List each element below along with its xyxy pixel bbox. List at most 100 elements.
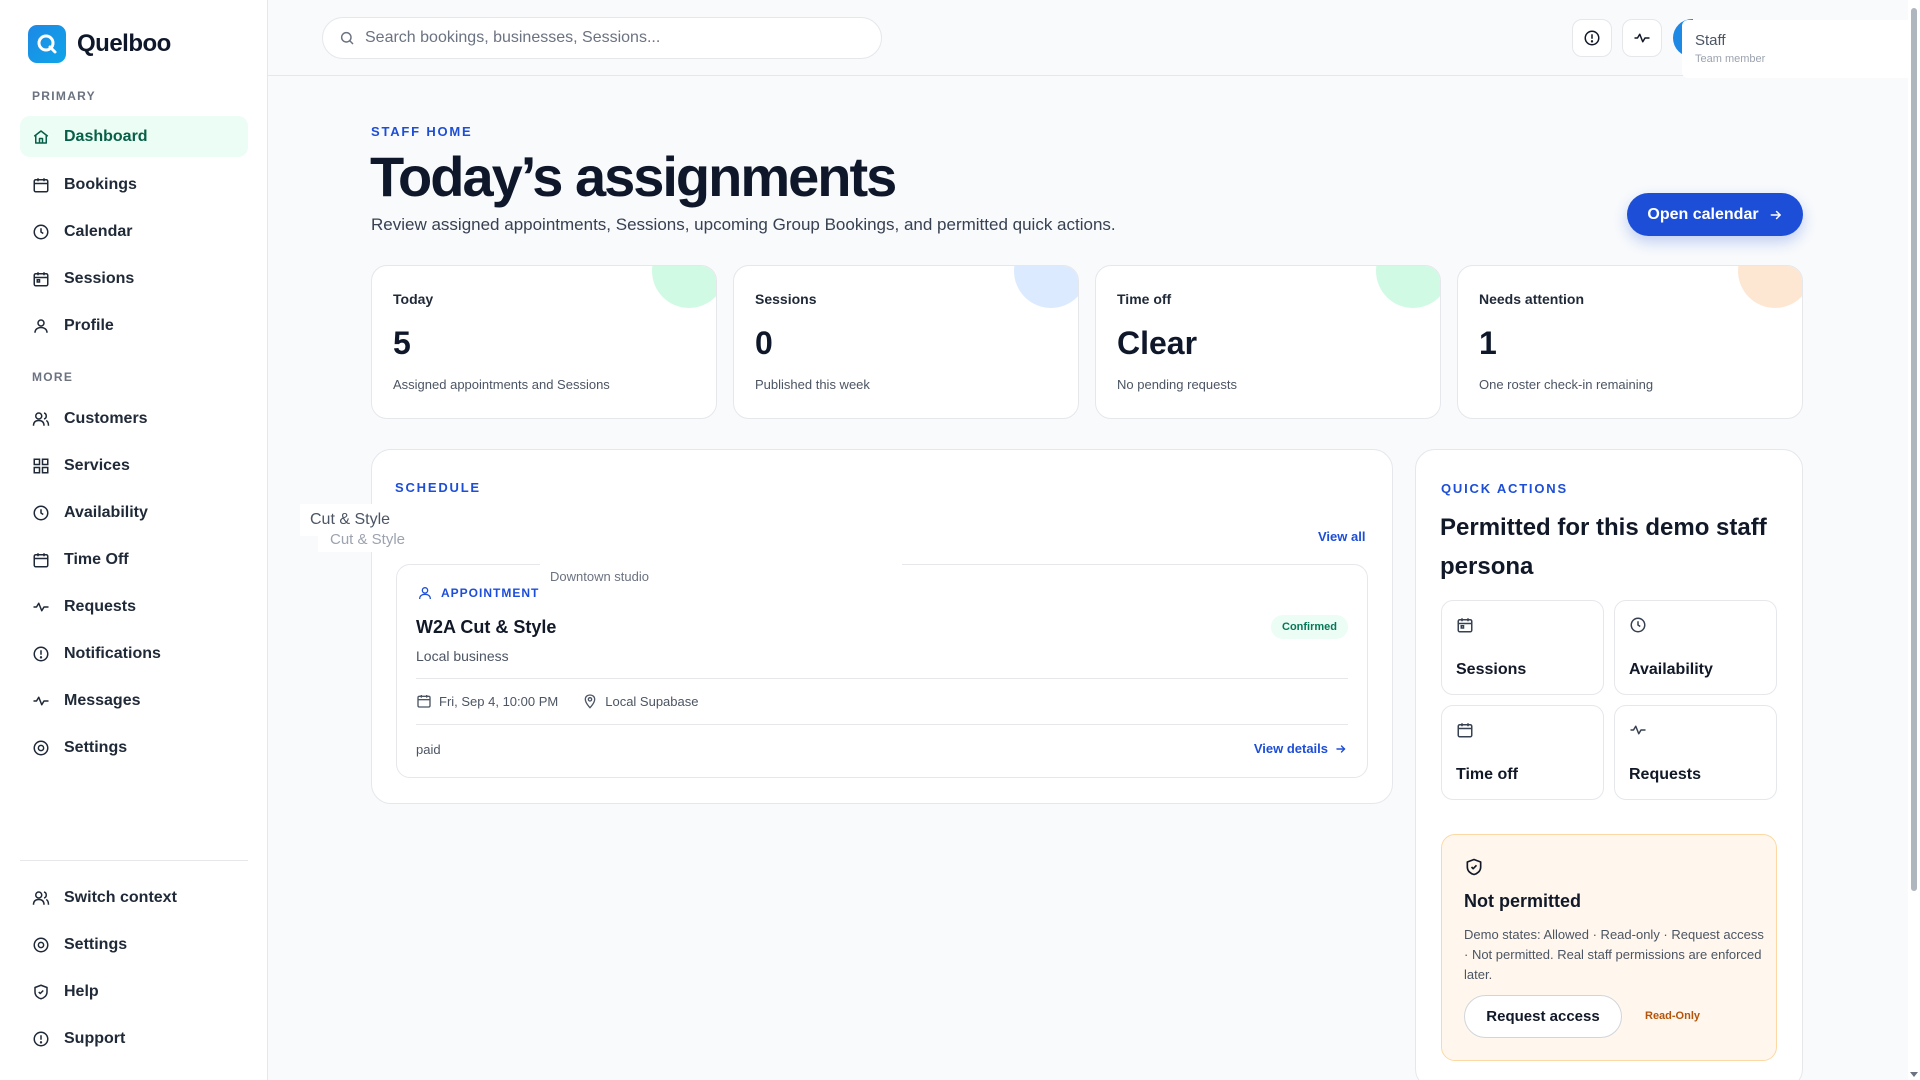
calendar-icon — [32, 176, 50, 194]
grid-icon — [32, 457, 50, 475]
sidebar-item-customers[interactable]: Customers — [20, 398, 248, 439]
stat-label: Today — [393, 291, 434, 307]
sidebar-item-messages[interactable]: Messages — [20, 680, 248, 721]
stat-accent — [1376, 266, 1440, 308]
scroll-down-icon[interactable] — [1910, 1070, 1918, 1078]
sidebar-item-label: Profile — [64, 316, 114, 334]
tooltip-location: Downtown studio — [540, 562, 902, 602]
sidebar-item-settings[interactable]: Settings — [20, 727, 248, 768]
sidebar-item-profile[interactable]: Profile — [20, 305, 248, 346]
stat-label: Sessions — [755, 291, 817, 307]
sidebar-item-requests[interactable]: Requests — [20, 586, 248, 627]
sidebar-item-notifications[interactable]: Notifications — [20, 633, 248, 674]
permission-notice: Not permitted Demo states: Allowed · Rea… — [1441, 834, 1777, 1061]
map-pin-icon — [582, 693, 598, 709]
quick-action-time-off[interactable]: Time off — [1441, 705, 1604, 800]
stat-value: 0 — [755, 325, 773, 361]
alerts-button[interactable] — [1572, 19, 1612, 57]
quick-actions-title: Permitted for this demo staff persona — [1440, 514, 1767, 580]
profile-menu[interactable]: Staff Team member — [1682, 20, 1912, 78]
divider — [416, 724, 1348, 725]
quick-action-label: Time off — [1456, 766, 1518, 783]
quick-action-availability[interactable]: Availability — [1614, 600, 1777, 695]
quick-action-label: Availability — [1629, 661, 1713, 678]
activity-icon — [32, 692, 50, 710]
quick-action-sessions[interactable]: Sessions — [1441, 600, 1604, 695]
booking-meta: Fri, Sep 4, 10:00 PM Local Supabase — [416, 693, 698, 709]
profile-role: Team member — [1695, 53, 1766, 65]
clock-icon — [32, 504, 50, 522]
brand[interactable]: Quelboo — [28, 25, 171, 63]
stat-label: Time off — [1117, 291, 1172, 307]
stat-label: Needs attention — [1479, 291, 1585, 307]
stat-accent — [1014, 266, 1078, 308]
alert-circle-icon — [32, 1030, 50, 1048]
tooltip-service-ghost: Cut & Style — [318, 532, 406, 552]
arrow-right-icon — [1769, 208, 1783, 222]
request-access-button[interactable]: Request access — [1464, 995, 1622, 1038]
primary-section-label: PRIMARY — [32, 89, 96, 103]
notice-title: Not permitted — [1464, 891, 1581, 911]
page-subtitle: Review assigned appointments, Sessions, … — [371, 215, 1116, 234]
sidebar-item-label: Time Off — [64, 550, 129, 568]
sidebar-item-footer-settings[interactable]: Settings — [20, 924, 248, 965]
stat-value: 1 — [1479, 325, 1497, 361]
alert-circle-icon — [32, 645, 50, 663]
gear-icon — [32, 936, 50, 954]
sidebar-item-bookings[interactable]: Bookings — [20, 164, 248, 205]
view-all-link[interactable]: View all — [1318, 529, 1365, 544]
booking-title: W2A Cut & Style — [416, 617, 557, 637]
sidebar-item-help[interactable]: Help — [20, 971, 248, 1012]
sidebar-item-calendar[interactable]: Calendar — [20, 211, 248, 252]
calendar-icon — [416, 693, 432, 709]
page-title: Today’s assignments — [370, 145, 897, 208]
sidebar-item-label: Customers — [64, 409, 148, 427]
open-calendar-button[interactable]: Open calendar — [1627, 193, 1803, 236]
stat-caption: Assigned appointments and Sessions — [393, 377, 610, 392]
tooltip-ghost-text: Cut & Style — [330, 532, 406, 548]
stat-accent — [652, 266, 716, 308]
sidebar-item-sessions[interactable]: Sessions — [20, 258, 248, 299]
sidebar-item-label: Help — [64, 982, 99, 1000]
stat-card-today: Today 5 Assigned appointments and Sessio… — [371, 265, 717, 419]
quick-action-requests[interactable]: Requests — [1614, 705, 1777, 800]
search-icon — [339, 30, 355, 46]
schedule-eyebrow: SCHEDULE — [395, 480, 481, 495]
booking-datetime: Fri, Sep 4, 10:00 PM — [439, 693, 559, 709]
sidebar-item-availability[interactable]: Availability — [20, 492, 248, 533]
booking-type-label: APPOINTMENT — [441, 586, 540, 600]
user-icon — [417, 585, 433, 601]
users-icon — [32, 889, 50, 907]
stat-card-sessions: Sessions 0 Published this week — [733, 265, 1079, 419]
activity-icon — [32, 598, 50, 616]
sidebar-item-label: Messages — [64, 691, 141, 709]
brand-name: Quelboo — [77, 30, 171, 57]
sidebar-item-services[interactable]: Services — [20, 445, 248, 486]
sidebar-item-switch-context[interactable]: Switch context — [20, 877, 248, 918]
stat-caption: Published this week — [755, 377, 870, 392]
search-bar[interactable] — [322, 17, 882, 59]
quick-actions-eyebrow: QUICK ACTIONS — [1441, 481, 1568, 496]
view-details-link[interactable]: View details — [1254, 741, 1347, 756]
booking-location: Local Supabase — [605, 693, 699, 709]
activity-button[interactable] — [1622, 19, 1662, 57]
stat-value: 5 — [393, 325, 411, 361]
sidebar-item-label: Switch context — [64, 888, 177, 906]
sidebar-item-label: Sessions — [64, 269, 135, 287]
clock-icon — [32, 223, 50, 241]
sidebar-item-label: Notifications — [64, 644, 161, 662]
sidebar-item-time-off[interactable]: Time Off — [20, 539, 248, 580]
sidebar-item-support[interactable]: Support — [20, 1018, 248, 1059]
stat-card-time-off: Time off Clear No pending requests — [1095, 265, 1441, 419]
sidebar-item-dashboard[interactable]: Dashboard — [20, 116, 248, 157]
quick-action-label: Sessions — [1456, 661, 1527, 678]
scrollbar-thumb[interactable] — [1911, 8, 1917, 891]
sidebar: Quelboo PRIMARY Dashboard Bookings Calen… — [0, 0, 268, 1080]
sidebar-item-label: Bookings — [64, 175, 137, 193]
booking-type-tag: APPOINTMENT — [417, 585, 539, 601]
page-scrollbar[interactable] — [1908, 0, 1920, 1080]
quick-action-label: Requests — [1629, 766, 1702, 783]
sidebar-item-label: Dashboard — [64, 127, 148, 145]
search-input[interactable] — [365, 29, 881, 47]
user-icon — [32, 317, 50, 335]
